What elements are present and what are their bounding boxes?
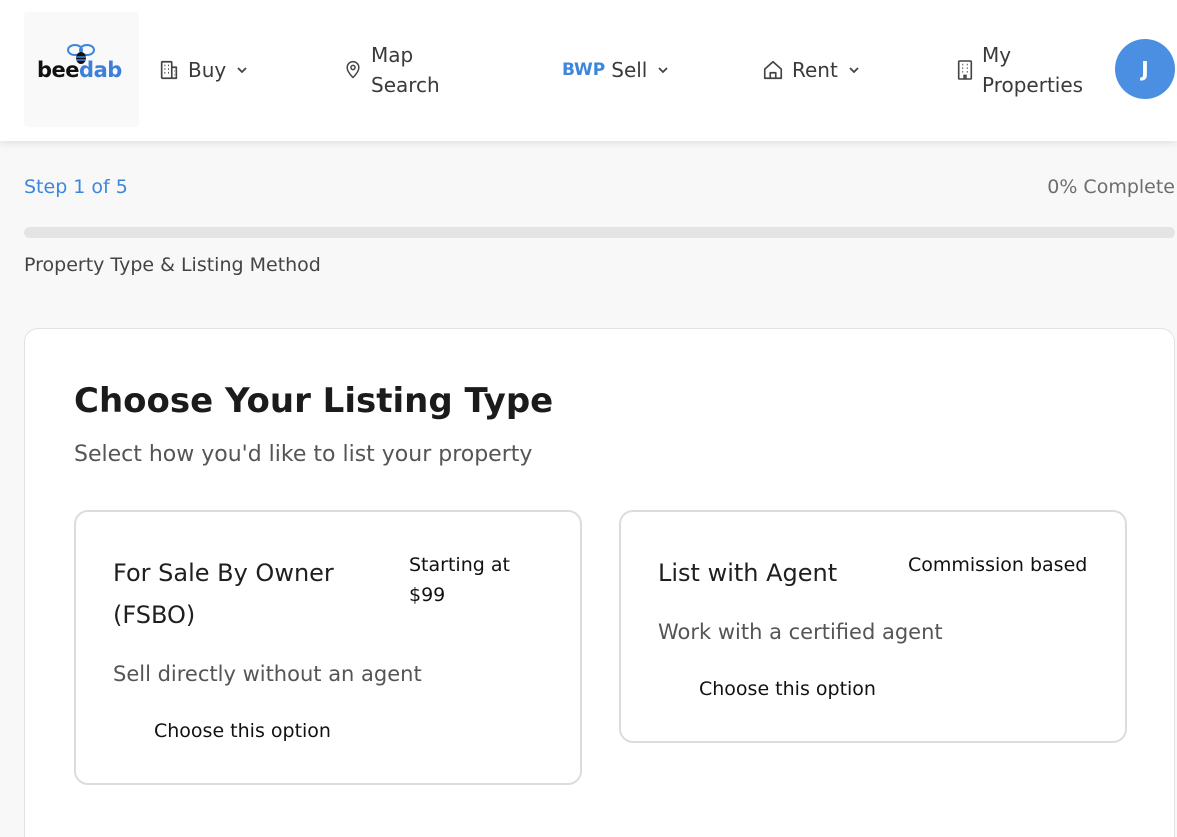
nav-sell-label: Sell bbox=[611, 58, 648, 82]
nav-buy-label: Buy bbox=[188, 58, 227, 82]
step-indicator: Step 1 of 5 bbox=[24, 176, 128, 198]
choose-option-button[interactable]: Choose this option bbox=[699, 678, 876, 700]
nav-rent[interactable]: Rent bbox=[762, 55, 860, 85]
office-building-icon bbox=[957, 60, 973, 80]
option-price: Starting at $99 bbox=[409, 554, 510, 606]
chevron-down-icon bbox=[849, 67, 859, 74]
page-title: Choose Your Listing Type bbox=[74, 381, 554, 421]
page-subtitle: Select how you'd like to list your prope… bbox=[74, 442, 533, 467]
logo[interactable]: beedab bbox=[24, 12, 139, 127]
nav-sell[interactable]: BWP Sell bbox=[562, 55, 669, 85]
option-price: Commission based bbox=[908, 554, 1088, 576]
user-avatar[interactable]: J bbox=[1115, 39, 1175, 99]
house-icon bbox=[763, 60, 783, 80]
nav-rent-label: Rent bbox=[792, 58, 838, 82]
chevron-down-icon bbox=[658, 67, 669, 74]
choose-option-button[interactable]: Choose this option bbox=[154, 720, 331, 742]
map-pin-icon bbox=[346, 60, 360, 79]
nav-buy[interactable]: Buy bbox=[158, 55, 248, 85]
building-icon bbox=[160, 60, 178, 80]
option-title: For Sale By Owner (FSBO) bbox=[113, 559, 334, 629]
option-description: Sell directly without an agent bbox=[113, 662, 422, 686]
logo-wordmark: beedab bbox=[37, 58, 122, 82]
sell-brand-badge: BWP bbox=[562, 60, 606, 80]
nav-map-label: Map Search bbox=[371, 43, 440, 97]
chevron-down-icon bbox=[237, 67, 247, 74]
completion-percentage: 0% Complete bbox=[1047, 176, 1175, 198]
option-description: Work with a certified agent bbox=[658, 620, 943, 644]
listing-type-panel: Choose Your Listing Type Select how you'… bbox=[24, 328, 1175, 837]
nav-my-properties[interactable]: My Properties bbox=[956, 40, 1083, 100]
option-title: List with Agent bbox=[658, 559, 838, 587]
top-navigation: beedab Buy Map Search BWP Sell Rent My P… bbox=[0, 0, 1177, 141]
step-title: Property Type & Listing Method bbox=[24, 254, 321, 276]
nav-my-properties-label: My Properties bbox=[982, 43, 1084, 97]
option-card-fsbo[interactable]: For Sale By Owner (FSBO) Starting at $99… bbox=[74, 510, 582, 785]
progress-bar bbox=[24, 227, 1175, 238]
nav-map-search[interactable]: Map Search bbox=[343, 40, 440, 100]
option-card-agent[interactable]: List with Agent Commission based Work wi… bbox=[619, 510, 1127, 743]
